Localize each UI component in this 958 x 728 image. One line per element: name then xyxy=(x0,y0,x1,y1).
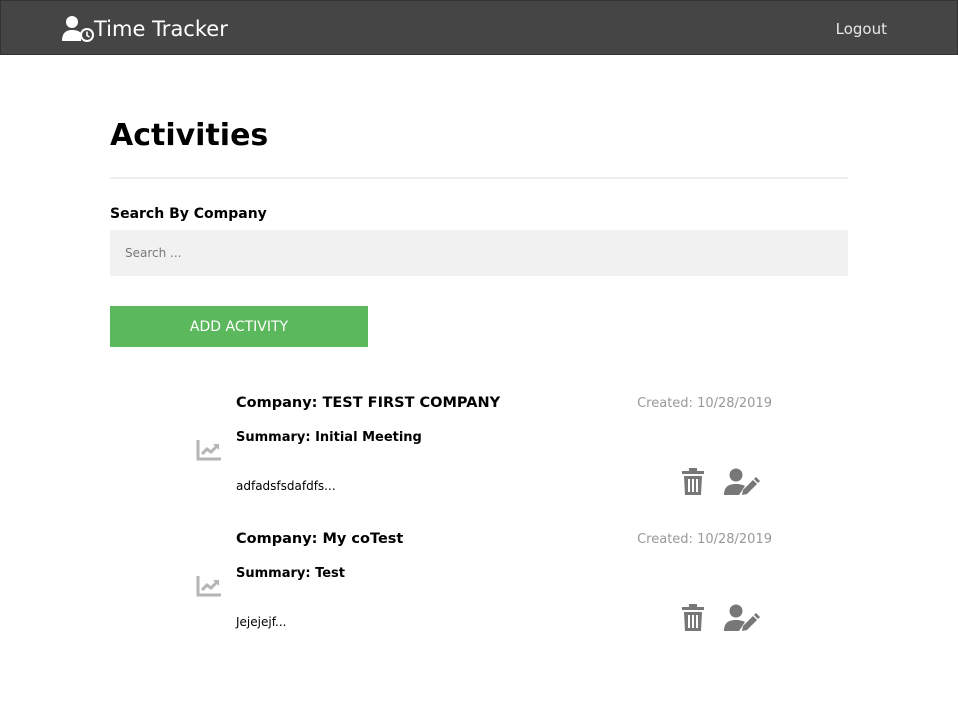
activity-summary: Summary: Test xyxy=(236,566,346,581)
search-label: Search By Company xyxy=(110,206,267,222)
user-clock-icon xyxy=(62,16,94,42)
activity-description: Jejejejf... xyxy=(236,615,287,629)
brand-title: Time Tracker xyxy=(94,17,228,41)
activity-item: Company: TEST FIRST COMPANY Created: 10/… xyxy=(196,395,776,515)
activity-company: Company: My coTest xyxy=(236,531,404,547)
activity-summary: Summary: Initial Meeting xyxy=(236,430,422,445)
search-input[interactable] xyxy=(110,230,848,276)
trend-chart-icon xyxy=(196,440,221,461)
user-edit-icon[interactable] xyxy=(724,468,760,496)
trash-icon[interactable] xyxy=(680,604,706,632)
activity-description: adfadsfsdafdfs... xyxy=(236,479,336,493)
title-divider xyxy=(110,177,848,179)
trend-chart-icon xyxy=(196,576,221,597)
trash-icon[interactable] xyxy=(680,468,706,496)
add-activity-button[interactable]: ADD ACTIVITY xyxy=(110,306,368,347)
user-edit-icon[interactable] xyxy=(724,604,760,632)
top-navbar: Time Tracker Logout xyxy=(0,0,958,55)
activity-company: Company: TEST FIRST COMPANY xyxy=(236,395,501,411)
page-title: Activities xyxy=(110,118,269,153)
activity-created-date: Created: 10/28/2019 xyxy=(637,396,772,411)
brand-link[interactable]: Time Tracker xyxy=(61,15,228,43)
activity-item: Company: My coTest Created: 10/28/2019 S… xyxy=(196,531,776,651)
activity-created-date: Created: 10/28/2019 xyxy=(637,532,772,547)
logout-link[interactable]: Logout xyxy=(836,20,887,38)
